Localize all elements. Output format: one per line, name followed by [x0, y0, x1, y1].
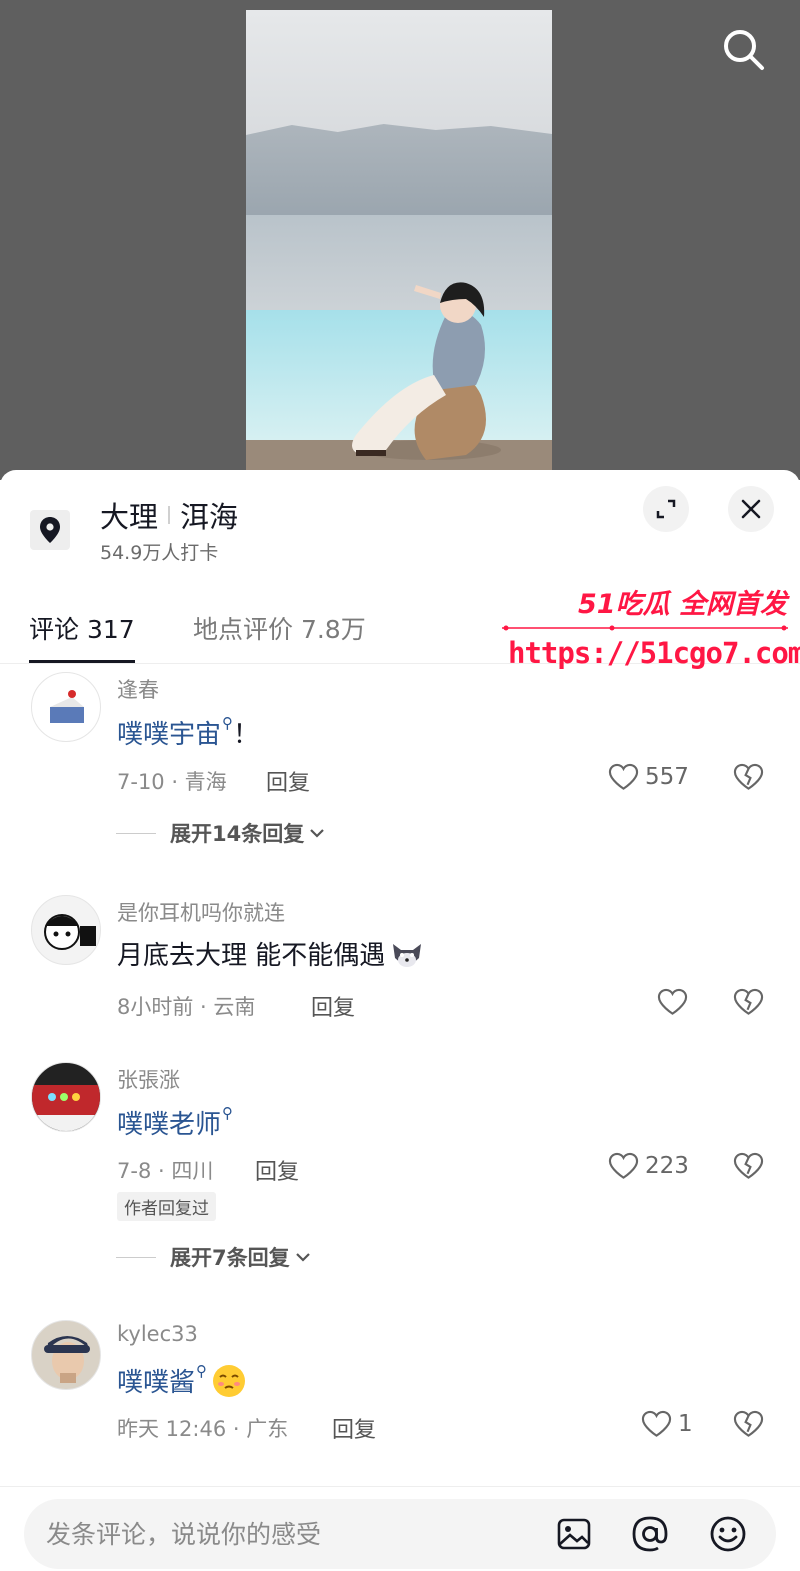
comment-username[interactable]: 逢春	[117, 674, 159, 704]
search-link-icon: ⚲	[222, 1103, 234, 1122]
broken-heart-icon	[733, 988, 764, 1015]
comment-item: 逢春 噗噗宇宙 ⚲ ！ 7-10 · 青海 回复 557 展开14条回复	[0, 670, 800, 870]
wolf-emoji-icon	[393, 943, 422, 967]
location-header[interactable]: 大理 洱海 54.9万人打卡	[0, 470, 800, 580]
expand-label: 展开14条回复	[170, 822, 305, 846]
reply-button[interactable]: 回复	[255, 1154, 299, 1186]
comment-meta: 7-8 · 四川	[117, 1159, 214, 1183]
location-title: 大理 洱海	[100, 494, 238, 536]
heart-icon	[608, 763, 639, 790]
author-replied-badge: 作者回复过	[117, 1192, 216, 1221]
comment-item: kylec33 噗噗酱 ⚲ 昨天 12:46 · 广东 回复 1	[0, 1320, 800, 1460]
mention-button[interactable]	[630, 1514, 670, 1554]
comment-username[interactable]: 张張涨	[117, 1064, 180, 1094]
like-count: 223	[645, 1153, 689, 1179]
broken-heart-icon	[733, 1152, 764, 1179]
video-frame	[246, 10, 552, 480]
video-person-figure	[352, 282, 501, 460]
avatar[interactable]	[31, 672, 101, 742]
comment-text: 噗噗宇宙 ⚲ ！	[117, 714, 259, 751]
like-button[interactable]	[657, 988, 694, 1016]
video-mountains	[246, 124, 552, 220]
tab-place-reviews[interactable]: 地点评价 7.8万	[193, 610, 366, 646]
like-count: 1	[678, 1411, 693, 1437]
dislike-button[interactable]	[733, 763, 764, 795]
comment-username[interactable]: kylec33	[117, 1322, 198, 1346]
close-button[interactable]	[728, 486, 774, 532]
expand-divider	[116, 832, 156, 834]
like-count: 557	[645, 764, 689, 790]
search-icon	[724, 30, 764, 70]
comment-tail: ！	[233, 720, 260, 750]
heart-icon	[608, 1152, 639, 1179]
comment-link[interactable]: 噗噗宇宙	[117, 714, 221, 751]
expand-button[interactable]	[643, 486, 689, 532]
comment-input-bar	[0, 1486, 800, 1571]
checkin-count: 54.9万人打卡	[100, 542, 219, 564]
watermark-overlay: 51吃瓜 全网首发 https://51cgo7.com	[500, 580, 800, 680]
search-button[interactable]	[720, 26, 768, 74]
image-button[interactable]	[554, 1514, 594, 1554]
location-place: 洱海	[180, 500, 239, 534]
comment-input[interactable]	[46, 1499, 546, 1569]
comment-meta: 8小时前 · 云南	[117, 995, 256, 1019]
comment-username[interactable]: 是你耳机吗你就连	[117, 897, 285, 927]
close-icon	[741, 499, 761, 519]
reply-button[interactable]: 回复	[266, 765, 310, 797]
heart-icon	[657, 988, 688, 1015]
comment-input-pill	[24, 1499, 776, 1569]
title-divider	[168, 506, 171, 524]
comment-body: 月底去大理 能不能偶遇	[117, 941, 386, 971]
heart-icon	[641, 1410, 672, 1437]
avatar[interactable]	[31, 1320, 101, 1390]
search-link-icon: ⚲	[222, 713, 234, 732]
comment-item: 张張涨 噗噗老师 ⚲ 7-8 · 四川 回复 223 作者回复过 展开7条回复	[0, 1062, 800, 1292]
expand-replies[interactable]: 展开7条回复	[116, 1242, 312, 1272]
video-player[interactable]	[0, 0, 800, 480]
chevron-down-icon	[310, 829, 325, 838]
expand-label: 展开7条回复	[170, 1246, 290, 1270]
emoji-icon	[710, 1516, 746, 1552]
dislike-button[interactable]	[733, 1410, 764, 1442]
broken-heart-icon	[733, 763, 764, 790]
like-button[interactable]: 557	[608, 763, 689, 791]
reply-button[interactable]: 回复	[332, 1412, 376, 1444]
tab-comments[interactable]: 评论 317	[29, 610, 135, 646]
blushing-emoji-icon	[213, 1364, 246, 1397]
expand-replies[interactable]: 展开14条回复	[116, 818, 326, 848]
comment-sheet: 大理 洱海 54.9万人打卡 评论 317 地点评价 7.8万 51吃瓜 全网首…	[0, 470, 800, 1571]
comment-link[interactable]: 噗噗老师	[117, 1104, 221, 1141]
reply-button[interactable]: 回复	[311, 990, 355, 1022]
broken-heart-icon	[733, 1410, 764, 1437]
chevron-down-icon	[295, 1253, 310, 1262]
image-icon	[557, 1518, 591, 1550]
watermark-circuit-line	[502, 625, 788, 631]
watermark-url: https://51cgo7.com	[508, 636, 800, 670]
comment-text: 月底去大理 能不能偶遇	[117, 935, 425, 972]
at-icon	[632, 1516, 668, 1552]
dislike-button[interactable]	[733, 988, 764, 1020]
emoji-button[interactable]	[708, 1514, 748, 1554]
location-pin-icon	[30, 510, 70, 550]
comment-item: 是你耳机吗你就连 月底去大理 能不能偶遇 8小时前 · 云南 回复	[0, 895, 800, 1045]
location-city: 大理	[100, 500, 159, 534]
avatar[interactable]	[31, 895, 101, 965]
expand-divider	[116, 1256, 156, 1258]
comment-text: 噗噗老师 ⚲	[117, 1104, 233, 1141]
like-button[interactable]: 1	[641, 1410, 693, 1438]
expand-icon	[656, 499, 676, 519]
like-button[interactable]: 223	[608, 1152, 689, 1180]
comment-meta: 7-10 · 青海	[117, 770, 227, 794]
comment-meta: 昨天 12:46 · 广东	[117, 1417, 289, 1441]
dislike-button[interactable]	[733, 1152, 764, 1184]
search-link-icon: ⚲	[196, 1361, 208, 1380]
comment-text: 噗噗酱 ⚲	[117, 1362, 247, 1399]
active-tab-indicator	[29, 660, 135, 663]
avatar[interactable]	[31, 1062, 101, 1132]
watermark-title: 51吃瓜 全网首发	[578, 589, 787, 620]
comment-link[interactable]: 噗噗酱	[117, 1362, 195, 1399]
